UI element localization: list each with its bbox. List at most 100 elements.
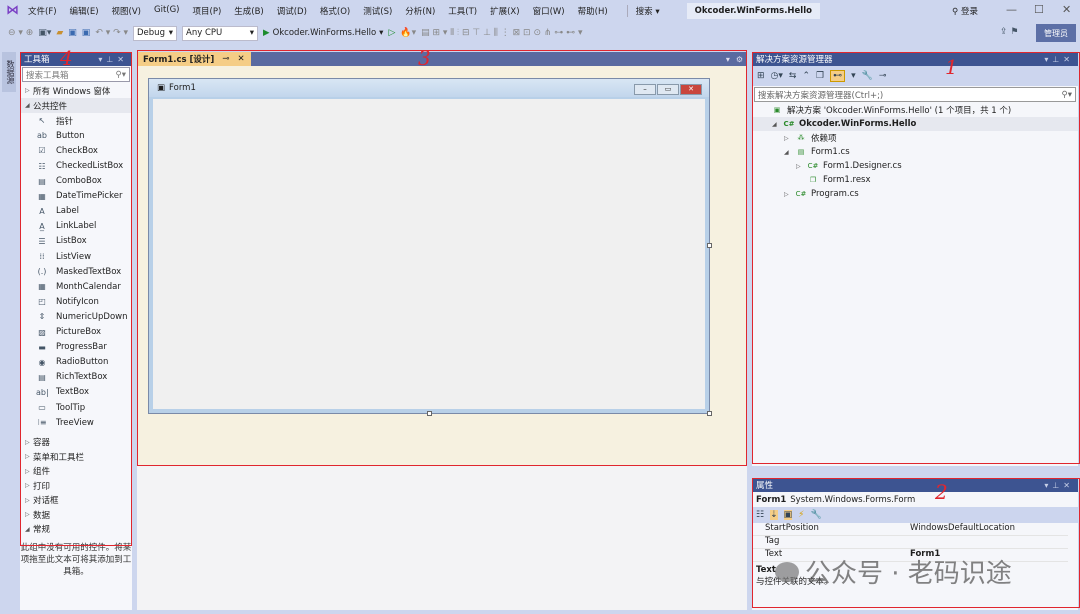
panel-controls-icon[interactable]: ▾⊥✕ [1044, 481, 1074, 490]
menu-item[interactable]: 调试(D) [277, 5, 307, 17]
toolbox-item[interactable]: ☷ CheckedListBox [20, 158, 132, 173]
menu-item[interactable]: 文件(F) [28, 5, 57, 17]
solution-tree-item[interactable]: ❐ Form1.resx [752, 173, 1078, 187]
toolbox-category[interactable]: ▷ 打印 [20, 479, 132, 494]
platform-select[interactable]: Any CPU ▾ [182, 25, 259, 41]
alphabetical-icon[interactable]: ⇣ [770, 510, 778, 520]
toolbox-item[interactable]: ⁝≡ TreeView [20, 415, 132, 430]
toolbox-item[interactable]: ↖ 指针 [20, 113, 132, 128]
toolbox-category[interactable]: ▷ 组件 [20, 464, 132, 479]
toolbox-item[interactable]: A̲ LinkLabel [20, 219, 132, 234]
resize-handle-corner[interactable] [707, 411, 712, 416]
start-debug-button[interactable]: ▶ Okcoder.WinForms.Hello ▾ [263, 28, 383, 38]
settings-icon[interactable]: ⚙ [736, 55, 743, 64]
solution-tree-item[interactable]: ◢ ▤ Form1.cs [752, 145, 1078, 159]
menu-item[interactable]: 项目(P) [193, 5, 222, 17]
categorized-icon[interactable]: ☷ [756, 510, 764, 520]
toolbox-category[interactable]: ▷ 数据 [20, 508, 132, 523]
toolbox-category[interactable]: ▷ 对话框 [20, 493, 132, 508]
toolbox-item[interactable]: ⇕ NumericUpDown [20, 309, 132, 324]
events-icon[interactable]: ⚡ [798, 510, 804, 520]
layout-tools-icon[interactable]: ▤ ⊞ ▾ ⫴ ⫶ ⊟ ⊤ ⊥ ⫼ ⋮ ⊠ ⊡ ⊙ ⋔ ⊶ ⊷ ▾ [421, 28, 582, 38]
property-row[interactable]: StartPosition WindowsDefaultLocation [752, 523, 1068, 536]
toolbox-item[interactable]: ▨ PictureBox [20, 325, 132, 340]
toolbox-item[interactable]: ▭ ToolTip [20, 400, 132, 415]
resize-handle-right[interactable] [707, 243, 712, 248]
panel-controls-icon[interactable]: ▾⊥✕ [1044, 55, 1074, 64]
sync-icon[interactable]: ⇆ [789, 71, 797, 81]
property-value[interactable]: WindowsDefaultLocation [910, 523, 1015, 535]
menu-item[interactable]: 工具(T) [448, 5, 477, 17]
tab-form1-design[interactable]: Form1.cs [设计] ⊸ ✕ [137, 52, 251, 66]
expand-arrow-icon[interactable]: ◢ [784, 149, 794, 156]
form-client-area[interactable] [153, 99, 705, 409]
toolbox-item[interactable]: ◉ RadioButton [20, 355, 132, 370]
close-window-button[interactable]: ✕ [1062, 3, 1071, 16]
properties-wrench-icon[interactable]: 🔧 [862, 71, 873, 81]
toolbox-item[interactable]: ▤ RichTextBox [20, 370, 132, 385]
toolbox-category[interactable]: ▷ 容器 [20, 435, 132, 450]
menu-item[interactable]: 测试(S) [363, 5, 392, 17]
menu-item[interactable]: 生成(B) [234, 5, 263, 17]
form1-window[interactable]: ▣ Form1 – ▭ ✕ [148, 78, 712, 416]
toolbox-item[interactable]: ▬ ProgressBar [20, 340, 132, 355]
solution-tree-item[interactable]: ◢ C# Okcoder.WinForms.Hello [752, 117, 1078, 131]
toolbox-item[interactable]: ☰ ListBox [20, 234, 132, 249]
maximize-button[interactable]: ☐ [1034, 3, 1044, 16]
show-all-icon[interactable]: ⊷ [830, 70, 846, 82]
toolbox-category-all[interactable]: ▷ 所有 Windows 窗体 [20, 83, 132, 98]
property-row[interactable]: Tag [752, 536, 1068, 549]
toolbox-item[interactable]: ▤ ComboBox [20, 174, 132, 189]
visual-studio-logo-icon[interactable]: ⋈ [6, 4, 20, 18]
collapse-icon[interactable]: ⌃ [802, 71, 810, 81]
solution-tree-item[interactable]: ▷ C# Form1.Designer.cs [752, 159, 1078, 173]
copy-icon[interactable]: ❐ [816, 71, 824, 81]
toolbox-item[interactable]: ▦ MonthCalendar [20, 279, 132, 294]
object-selector[interactable]: Form1 System.Windows.Forms.Form [752, 492, 1078, 507]
toolbox-item[interactable]: ◰ NotifyIcon [20, 294, 132, 309]
toolbox-category[interactable]: ◢ 常规 [20, 522, 132, 537]
toolbox-item[interactable]: ▦ DateTimePicker [20, 189, 132, 204]
share-icon[interactable]: ⇪ ⚑ [1000, 27, 1018, 37]
preview-icon[interactable]: ⊸ [879, 71, 887, 81]
history-icon[interactable]: ◷▾ [771, 71, 783, 81]
menu-item[interactable]: Git(G) [154, 5, 180, 17]
toolbox-search-input[interactable]: 搜索工具箱 ⚲▾ [22, 67, 130, 82]
expand-arrow-icon[interactable]: ▷ [784, 191, 794, 198]
undo-icon[interactable]: ↶ ▾ ↷ ▾ [95, 28, 128, 38]
toolbox-category-common[interactable]: ◢ 公共控件 [20, 98, 132, 114]
toolbox-item[interactable]: ⁞⁞ ListView [20, 249, 132, 264]
admin-badge[interactable]: 管理员 [1036, 24, 1076, 42]
properties-icon[interactable]: ▣ [783, 510, 793, 520]
toolbox-item[interactable]: (.) MaskedTextBox [20, 264, 132, 279]
new-project-icon[interactable]: ▣▾ [38, 28, 51, 38]
expand-arrow-icon[interactable]: ◢ [772, 121, 782, 128]
resize-handle-bottom[interactable] [427, 411, 432, 416]
expand-arrow-icon[interactable]: ▷ [796, 163, 806, 170]
login-button[interactable]: ⚲ 登录 [952, 5, 978, 17]
property-pages-icon[interactable]: 🔧 [810, 510, 821, 520]
back-icon[interactable]: ⊖ ▾ ⊕ [8, 28, 33, 38]
save-all-icon[interactable]: ▣ [82, 28, 91, 38]
search-menu[interactable]: 搜索 ▾ [626, 5, 660, 17]
hot-reload-icon[interactable]: 🔥▾ [400, 28, 416, 38]
save-icon[interactable]: ▣ [68, 28, 77, 38]
solution-tree-item[interactable]: ▣ 解决方案 'Okcoder.WinForms.Hello' (1 个项目，共 … [752, 103, 1078, 117]
toolbox-item[interactable]: ab Button [20, 128, 132, 143]
solution-tree-item[interactable]: ▷ C# Program.cs [752, 187, 1078, 201]
tab-dropdown-icon[interactable]: ▾ [726, 55, 730, 64]
minimize-button[interactable]: — [1006, 3, 1017, 16]
toolbox-item[interactable]: ab| TextBox [20, 385, 132, 400]
toolbox-item[interactable]: A Label [20, 204, 132, 219]
switch-views-icon[interactable]: ⊞ [757, 71, 765, 81]
panel-controls-icon[interactable]: ▾⊥✕ [98, 55, 128, 64]
toolbox-item[interactable]: ☑ CheckBox [20, 143, 132, 158]
solution-tree-item[interactable]: ▷ ⁂ 依赖项 [752, 131, 1078, 145]
configuration-select[interactable]: Debug ▾ [133, 25, 178, 41]
toolbox-category[interactable]: ▷ 菜单和工具栏 [20, 450, 132, 465]
menu-item[interactable]: 编辑(E) [70, 5, 99, 17]
design-surface[interactable]: ▣ Form1 – ▭ ✕ [137, 66, 747, 466]
open-icon[interactable]: ▰ [56, 28, 63, 38]
menu-item[interactable]: 帮助(H) [578, 5, 608, 17]
solution-search-input[interactable]: 搜索解决方案资源管理器(Ctrl+;) ⚲▾ [754, 87, 1076, 102]
